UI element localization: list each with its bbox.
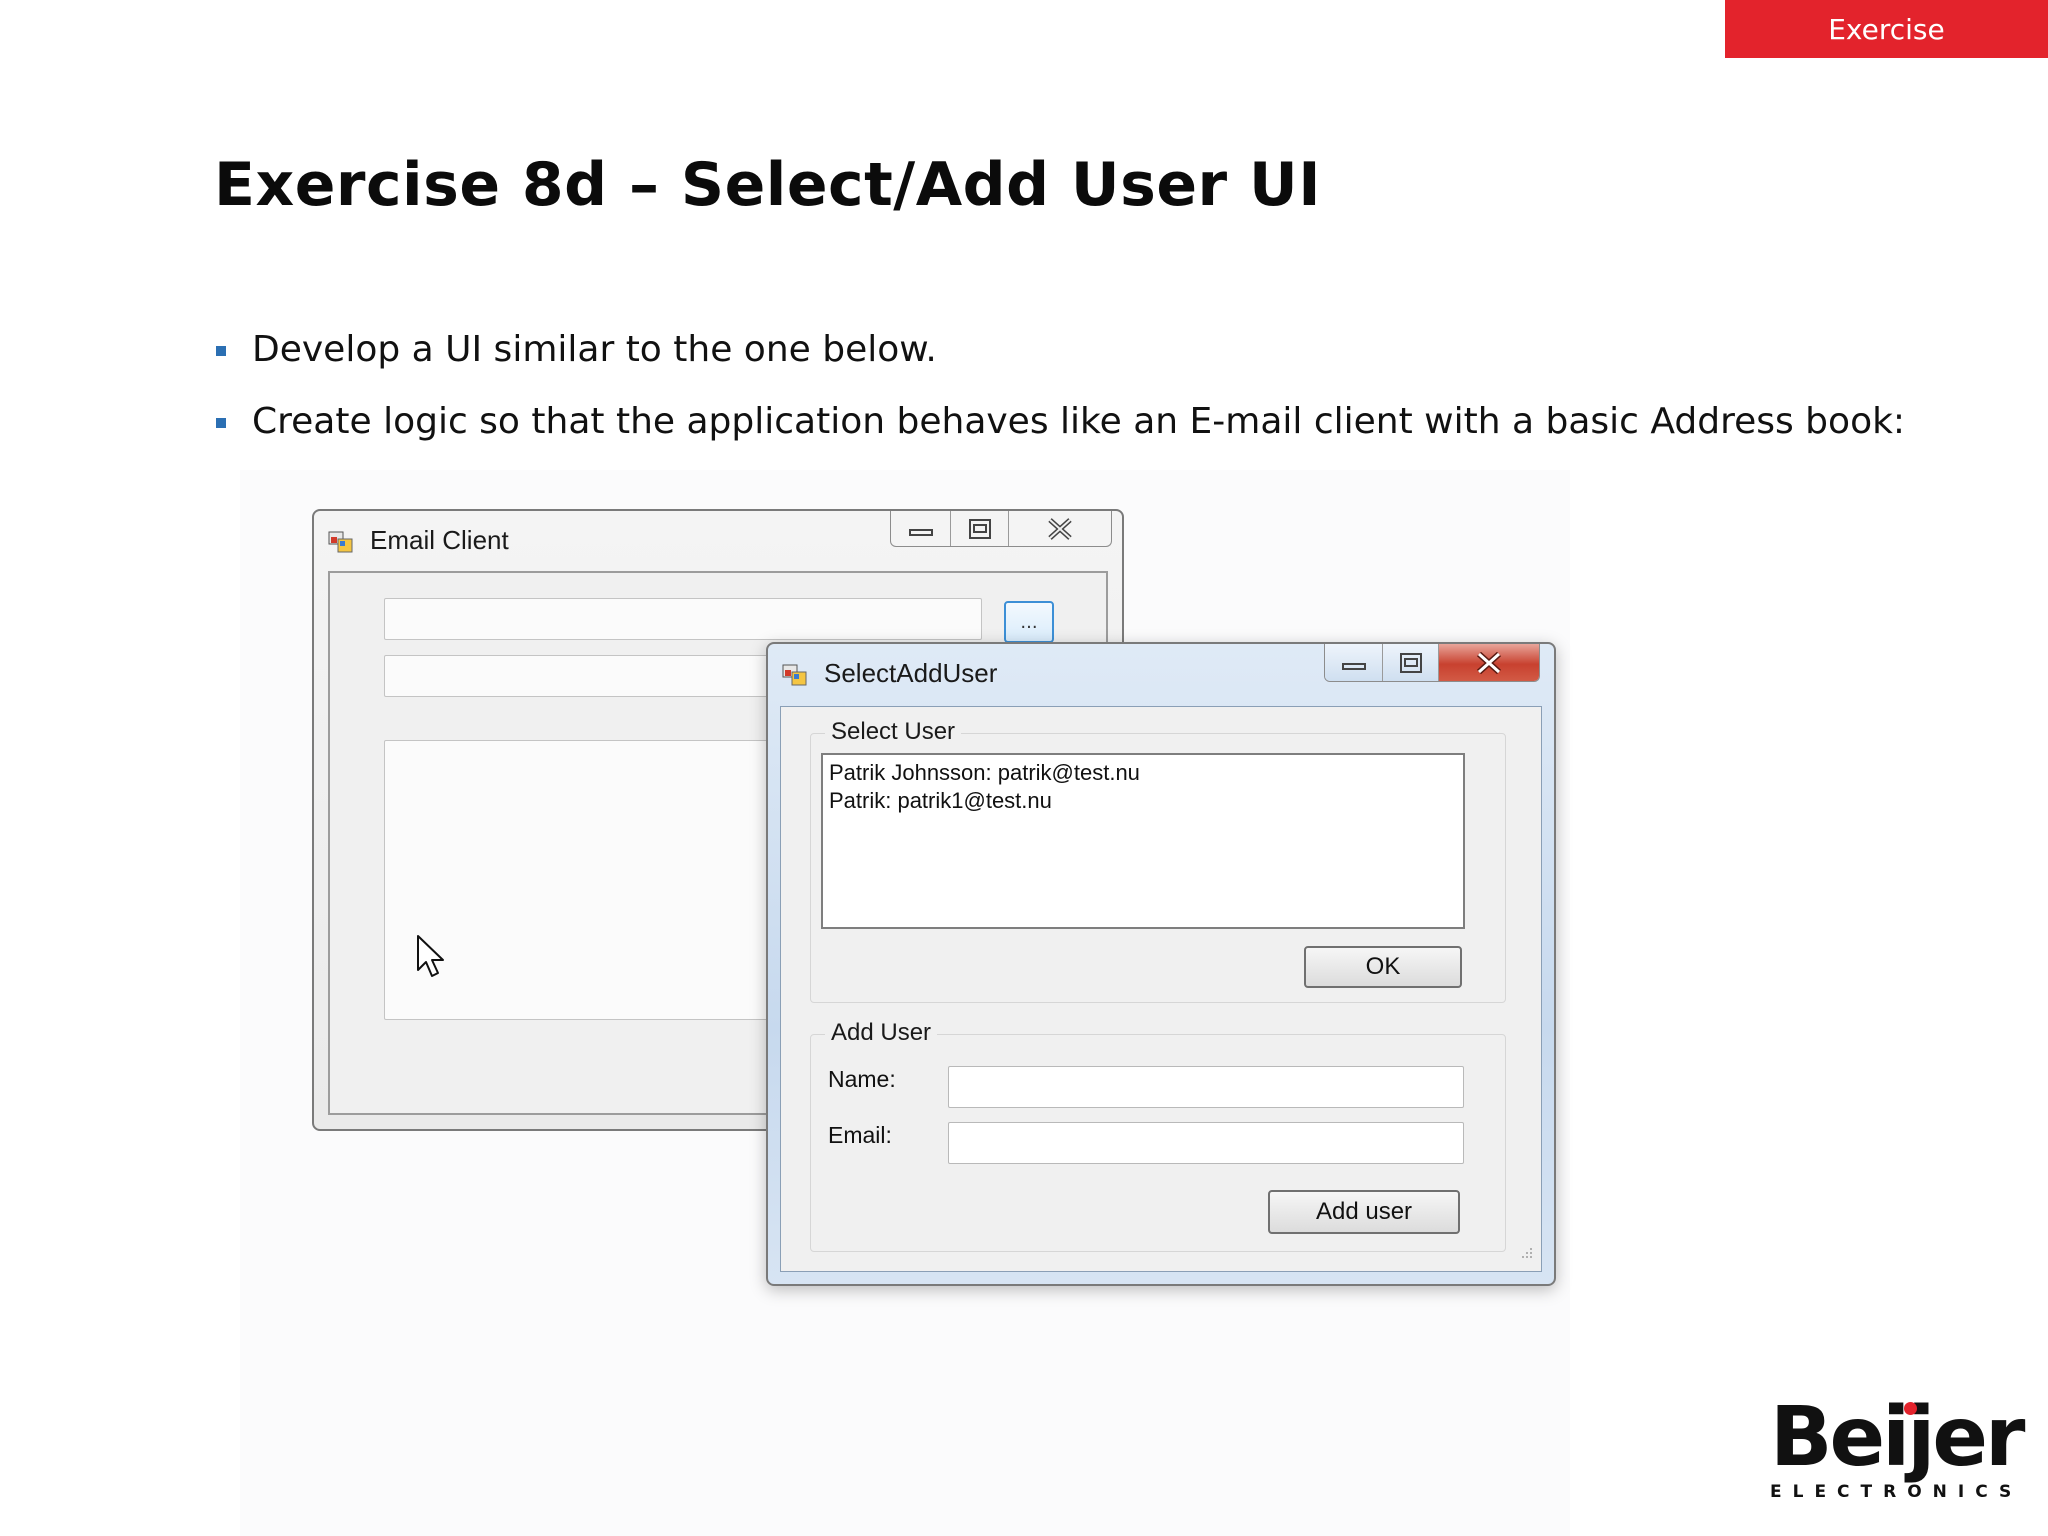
maximize-button[interactable] (950, 511, 1007, 546)
list-item[interactable]: Patrik: patrik1@test.nu (829, 787, 1457, 815)
email-field[interactable] (948, 1122, 1464, 1164)
app-icon (328, 531, 353, 553)
logo-wordmark: Beijer (1770, 1390, 2025, 1485)
email-label: Email: (828, 1122, 892, 1148)
window-controls (890, 511, 1112, 547)
user-listbox[interactable]: Patrik Johnsson: patrik@test.nu Patrik: … (821, 753, 1465, 929)
bullet-item: Develop a UI similar to the one below. (214, 322, 1905, 394)
bullet-square-icon (216, 418, 226, 428)
name-field[interactable] (948, 1066, 1464, 1108)
maximize-icon (968, 518, 991, 539)
close-button[interactable] (1007, 511, 1111, 546)
browse-contacts-button[interactable]: ... (1004, 601, 1054, 643)
app-icon (782, 664, 807, 686)
slide-title: Exercise 8d – Select/Add User UI (214, 150, 1322, 220)
resize-grip-icon[interactable] (1516, 1244, 1536, 1264)
minimize-icon (1341, 662, 1366, 670)
name-label: Name: (828, 1066, 896, 1092)
dialog-titlebar[interactable]: SelectAddUser (768, 644, 1554, 702)
list-item[interactable]: Patrik Johnsson: patrik@test.nu (829, 759, 1457, 787)
add-user-button[interactable]: Add user (1268, 1190, 1460, 1234)
close-icon (1476, 651, 1501, 674)
dialog-title: SelectAddUser (824, 658, 998, 688)
close-button[interactable] (1437, 644, 1539, 681)
email-client-titlebar[interactable]: Email Client (314, 511, 1122, 569)
add-user-legend: Add User (825, 1019, 938, 1047)
bullet-list: Develop a UI similar to the one below. C… (214, 322, 1905, 466)
close-icon (1048, 517, 1072, 540)
select-user-legend: Select User (825, 718, 962, 746)
minimize-button[interactable] (891, 511, 950, 546)
bullet-square-icon (216, 346, 226, 356)
subject-field[interactable] (384, 655, 784, 697)
beijer-electronics-logo: Beijer ELECTRONICS (1770, 1390, 2025, 1503)
window-title: Email Client (370, 525, 509, 555)
maximize-button[interactable] (1382, 644, 1438, 681)
logo-subtitle: ELECTRONICS (1770, 1482, 2023, 1502)
ok-button[interactable]: OK (1304, 946, 1462, 988)
to-field[interactable] (384, 598, 982, 640)
message-body-field[interactable] (384, 740, 784, 1020)
maximize-icon (1399, 652, 1422, 673)
minimize-button[interactable] (1325, 644, 1383, 681)
exercise-tag: Exercise (1725, 0, 2048, 58)
bullet-item: Create logic so that the application beh… (214, 394, 1905, 466)
mouse-cursor-icon (417, 935, 444, 977)
logo-red-dot (1904, 1402, 1917, 1415)
dialog-window-controls (1324, 644, 1540, 682)
minimize-icon (908, 528, 933, 536)
